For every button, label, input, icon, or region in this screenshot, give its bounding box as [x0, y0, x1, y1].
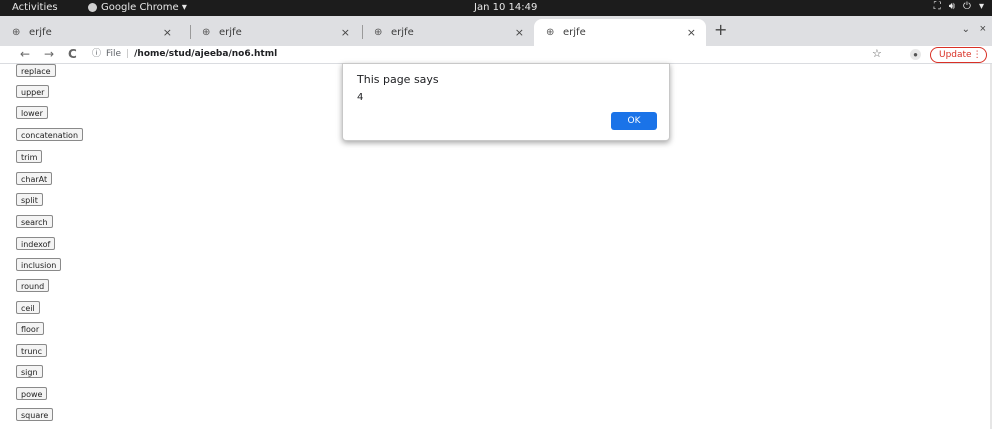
trim-button[interactable]: trim [16, 150, 43, 163]
tab-2[interactable]: ⊕ erjfe × [190, 19, 360, 46]
close-tab-icon[interactable]: × [515, 26, 524, 39]
upper-button[interactable]: upper [16, 85, 50, 98]
tab-3[interactable]: ⊕ erjfe × [362, 19, 534, 46]
window-close-icon[interactable]: × [980, 23, 986, 35]
chrome-icon [88, 3, 97, 12]
update-button[interactable]: Update ⋮ [930, 47, 987, 63]
lower-button[interactable]: lower [16, 106, 48, 119]
round-button[interactable]: round [16, 279, 50, 292]
volume-icon: 🔊︎ [948, 1, 956, 12]
ceil-button[interactable]: ceil [16, 301, 40, 314]
close-tab-icon[interactable]: × [163, 26, 172, 39]
url-separator: | [126, 49, 130, 59]
tab-search-icon[interactable]: ⌄ [962, 24, 970, 35]
reload-icon[interactable]: C [68, 46, 77, 63]
tab-title: erjfe [219, 27, 242, 38]
tab-title: erjfe [29, 27, 52, 38]
tab-title: erjfe [391, 27, 414, 38]
update-label: Update [939, 50, 972, 60]
charat-button[interactable]: charAt [16, 172, 53, 185]
ok-button[interactable]: OK [611, 112, 657, 130]
system-tray[interactable]: ⛶ 🔊︎ ⏻ ▾ [934, 1, 984, 12]
address-bar[interactable]: ⓘ File | /home/stud/ajeeba/no6.html [92, 46, 277, 63]
profile-avatar-icon[interactable]: ● [910, 49, 921, 60]
dialog-title: This page says [357, 73, 439, 86]
back-icon[interactable]: ← [20, 46, 30, 63]
square-button[interactable]: square [16, 408, 54, 421]
powe-button[interactable]: powe [16, 387, 48, 400]
url-scheme-label: File [106, 49, 122, 59]
activities-button[interactable]: Activities [12, 2, 58, 13]
menu-arrow-icon: ▾ [978, 1, 984, 12]
power-icon: ⏻ [963, 1, 971, 12]
alert-dialog: This page says 4 OK [342, 63, 670, 141]
url-path: /home/stud/ajeeba/no6.html [134, 49, 278, 59]
globe-icon: ⊕ [374, 26, 383, 38]
kebab-menu-icon[interactable]: ⋮ [973, 48, 982, 62]
bookmark-star-icon[interactable]: ☆ [872, 46, 882, 63]
globe-icon: ⊕ [12, 26, 21, 38]
globe-icon: ⊕ [202, 26, 211, 38]
trunc-button[interactable]: trunc [16, 344, 47, 357]
close-tab-icon[interactable]: × [341, 26, 350, 39]
inclusion-button[interactable]: inclusion [16, 258, 62, 271]
tab-title: erjfe [563, 27, 586, 38]
replace-button[interactable]: replace [16, 64, 56, 77]
indexof-button[interactable]: indexof [16, 237, 56, 250]
concatenation-button[interactable]: concatenation [16, 128, 84, 141]
floor-button[interactable]: floor [16, 322, 45, 335]
clock[interactable]: Jan 10 14:49 [474, 2, 537, 13]
tab-4-active[interactable]: ⊕ erjfe × [534, 19, 706, 46]
network-icon: ⛶ [933, 1, 941, 12]
dialog-message: 4 [357, 92, 364, 103]
tab-1[interactable]: ⊕ erjfe × [0, 19, 182, 46]
close-tab-icon[interactable]: × [687, 26, 696, 39]
system-top-bar: Activities Google Chrome ▾ Jan 10 14:49 … [0, 0, 992, 16]
app-menu[interactable]: Google Chrome ▾ [88, 2, 187, 13]
site-info-icon[interactable]: ⓘ [92, 46, 101, 63]
new-tab-button[interactable]: + [714, 20, 727, 39]
split-button[interactable]: split [16, 193, 43, 206]
browser-toolbar: ← → C ⓘ File | /home/stud/ajeeba/no6.htm… [0, 46, 992, 64]
tab-strip: ⊕ erjfe × ⊕ erjfe × ⊕ erjfe × ⊕ erjfe × … [0, 16, 992, 46]
forward-icon[interactable]: → [44, 46, 54, 63]
sign-button[interactable]: sign [16, 365, 43, 378]
globe-icon: ⊕ [546, 26, 555, 38]
app-name: Google Chrome ▾ [101, 2, 187, 13]
search-button[interactable]: search [16, 215, 53, 228]
